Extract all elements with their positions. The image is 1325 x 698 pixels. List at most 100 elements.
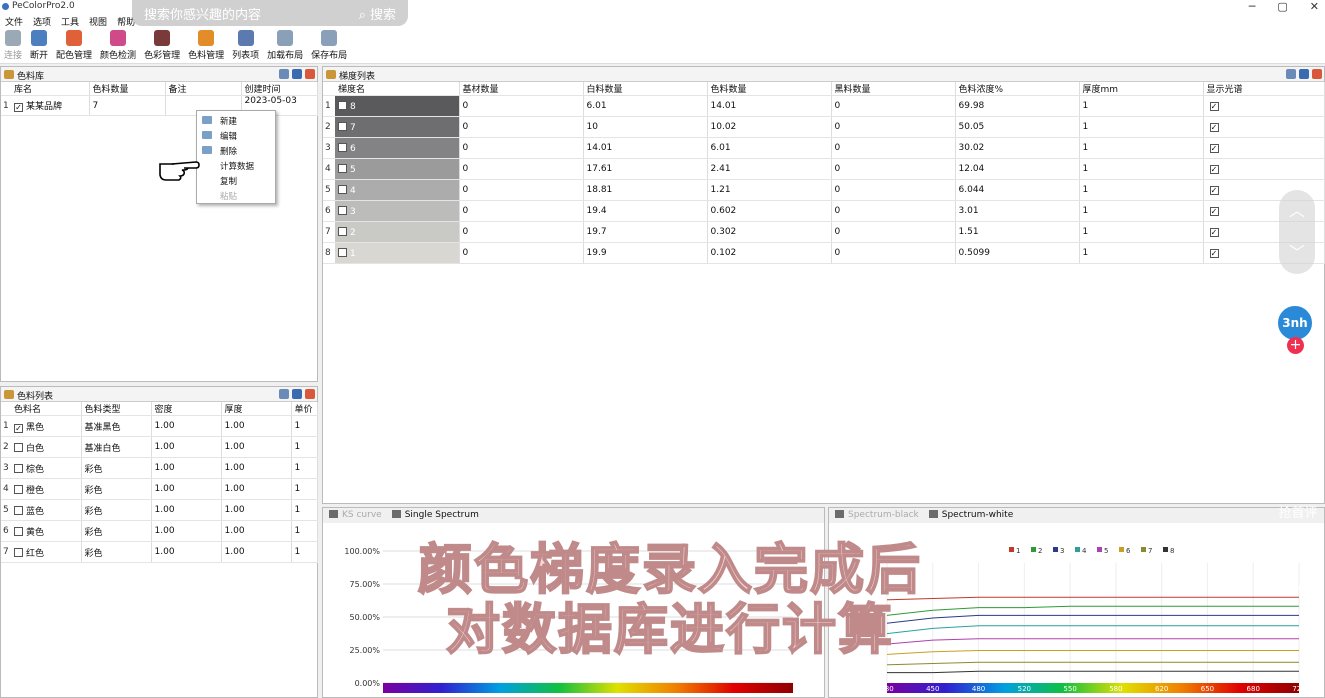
tab-single-spectrum[interactable]: Single Spectrum <box>392 510 479 523</box>
follow-plus-icon[interactable]: + <box>1287 337 1304 354</box>
column-header[interactable]: 单价 <box>291 402 318 416</box>
share-icon[interactable]: ➦ <box>1283 620 1313 645</box>
table-row[interactable]: 1黑色基准黑色1.001.001 <box>1 415 318 437</box>
show-spectrum-cell[interactable] <box>1203 116 1325 138</box>
table-row[interactable]: 5 蓝色 彩色 1.00 1.00 1 <box>1 499 318 521</box>
row-checkbox[interactable] <box>14 526 23 536</box>
table-row[interactable]: 7 红色 彩色 1.00 1.00 1 <box>1 541 318 563</box>
table-row[interactable]: 7 2 0 19.7 0.302 0 1.51 1 <box>323 221 1325 243</box>
toolbar-button-7[interactable]: 加载布局 <box>263 28 307 63</box>
colorant-name-cell[interactable]: 黄色 <box>11 520 82 542</box>
toolbar-button-6[interactable]: 列表项 <box>228 28 263 63</box>
menu-options[interactable]: 选项 <box>28 14 56 28</box>
gradient-swatch-cell[interactable]: 5 <box>335 158 460 180</box>
column-header[interactable]: 显示光谱 <box>1203 82 1325 96</box>
toolbar-button-2[interactable]: 配色管理 <box>52 28 96 63</box>
row-checkbox[interactable] <box>338 226 347 236</box>
gradient-swatch-cell[interactable]: 2 <box>335 221 460 243</box>
column-header[interactable]: 色料数量 <box>89 82 166 96</box>
row-checkbox[interactable] <box>14 484 23 494</box>
context-menu-item[interactable]: 计算数据 <box>197 158 275 173</box>
menu-tools[interactable]: 工具 <box>56 14 84 28</box>
close-button[interactable]: ✕ <box>1310 0 1319 13</box>
chevron-up-icon[interactable]: ︿ <box>1279 190 1315 232</box>
column-header[interactable]: 密度 <box>151 402 222 416</box>
search-icon[interactable] <box>292 389 302 399</box>
show-spectrum-checkbox[interactable] <box>1209 165 1219 174</box>
delete-icon[interactable] <box>1312 69 1322 79</box>
table-row[interactable]: 4 橙色 彩色 1.00 1.00 1 <box>1 478 318 500</box>
toolbar-button-3[interactable]: 颜色检测 <box>96 28 140 63</box>
table-row[interactable]: 6 黄色 彩色 1.00 1.00 1 <box>1 520 318 542</box>
menu-file[interactable]: 文件 <box>0 14 28 28</box>
column-header[interactable]: 白料数量 <box>583 82 708 96</box>
table-row[interactable]: 3 棕色 彩色 1.00 1.00 1 <box>1 457 318 479</box>
gradient-swatch-cell[interactable]: 3 <box>335 200 460 222</box>
search-icon[interactable] <box>292 69 302 79</box>
column-header[interactable]: 厚度 <box>221 402 292 416</box>
row-checkbox[interactable] <box>338 247 347 257</box>
star-icon[interactable]: ★ <box>1283 540 1313 568</box>
show-spectrum-checkbox[interactable] <box>1209 186 1219 195</box>
column-header[interactable]: 库名 <box>11 82 90 96</box>
colorant-name-cell[interactable]: 红色 <box>11 541 82 563</box>
edit-icon[interactable] <box>279 69 289 79</box>
tab-ks-curve[interactable]: KS curve <box>329 510 382 523</box>
gradient-swatch-cell[interactable]: 6 <box>335 137 460 159</box>
column-header[interactable]: 梯度名 <box>335 82 460 96</box>
table-row[interactable]: 4 5 0 17.61 2.41 0 12.04 1 <box>323 158 1325 180</box>
delete-icon[interactable] <box>305 69 315 79</box>
tab-spectrum-black[interactable]: Spectrum-black <box>835 510 919 523</box>
minimize-button[interactable]: ─ <box>1249 0 1256 13</box>
column-header[interactable]: 色料名 <box>11 402 82 416</box>
edit-icon[interactable] <box>279 389 289 399</box>
row-checkbox[interactable] <box>338 163 347 173</box>
search-icon[interactable] <box>1299 69 1309 79</box>
toolbar-button-0[interactable]: 连接 <box>0 28 26 63</box>
row-checkbox[interactable] <box>14 442 23 452</box>
library-name-cell[interactable]: 某某品牌 <box>11 95 90 116</box>
toolbar-button-5[interactable]: 色料管理 <box>184 28 228 63</box>
column-header[interactable]: 色料浓度% <box>955 82 1080 96</box>
row-checkbox[interactable] <box>338 142 347 152</box>
table-row[interactable]: 2 白色 基准白色 1.00 1.00 1 <box>1 436 318 458</box>
row-checkbox[interactable] <box>14 547 23 557</box>
column-header[interactable]: 创建时间 <box>241 82 318 96</box>
colorant-name-cell[interactable]: 蓝色 <box>11 499 82 521</box>
table-row[interactable]: 1 8 0 6.01 14.01 0 69.98 1 <box>323 95 1325 117</box>
row-checkbox[interactable] <box>14 423 23 433</box>
row-checkbox[interactable] <box>14 103 23 112</box>
context-menu-item[interactable]: 编辑 <box>197 128 275 143</box>
search-button[interactable]: ⌕ 搜索 <box>359 4 396 23</box>
context-menu-item[interactable]: 粘贴 <box>197 188 275 203</box>
row-checkbox[interactable] <box>338 100 347 110</box>
chevron-down-icon[interactable]: ﹀ <box>1279 232 1315 274</box>
table-row[interactable]: 8 1 0 19.9 0.102 0 0.5099 1 <box>323 242 1325 264</box>
show-spectrum-cell[interactable] <box>1203 158 1325 180</box>
gradient-swatch-cell[interactable]: 4 <box>335 179 460 201</box>
heart-icon[interactable]: ♥ <box>1283 382 1313 410</box>
show-spectrum-cell[interactable] <box>1203 95 1325 117</box>
table-row[interactable]: 3 6 0 14.01 6.01 0 30.02 1 <box>323 137 1325 159</box>
row-checkbox[interactable] <box>14 505 23 515</box>
comment-icon[interactable]: ● <box>1283 462 1313 487</box>
show-spectrum-checkbox[interactable] <box>1209 144 1219 153</box>
colorant-name-cell[interactable]: 橙色 <box>11 478 82 500</box>
toolbar-button-1[interactable]: 断开 <box>26 28 52 63</box>
edit-icon[interactable] <box>1286 69 1296 79</box>
show-spectrum-checkbox[interactable] <box>1209 123 1219 132</box>
table-row[interactable]: 2 7 0 10 10.02 0 50.05 1 <box>323 116 1325 138</box>
gradient-swatch-cell[interactable]: 1 <box>335 242 460 264</box>
column-header[interactable]: 色料数量 <box>707 82 832 96</box>
gradient-swatch-cell[interactable]: 8 <box>335 95 460 117</box>
show-spectrum-checkbox[interactable] <box>1209 249 1219 258</box>
column-header[interactable]: 黑料数量 <box>831 82 956 96</box>
show-spectrum-cell[interactable] <box>1203 137 1325 159</box>
row-checkbox[interactable] <box>338 184 347 194</box>
column-header[interactable]: 厚度mm <box>1079 82 1204 96</box>
toolbar-button-8[interactable]: 保存布局 <box>307 28 351 63</box>
column-header[interactable]: 备注 <box>165 82 242 96</box>
video-search-input[interactable]: 搜索你感兴趣的内容 ⌕ 搜索 <box>132 0 408 26</box>
colorant-name-cell[interactable]: 黑色 <box>11 415 82 437</box>
tab-spectrum-white[interactable]: Spectrum-white <box>929 510 1014 523</box>
